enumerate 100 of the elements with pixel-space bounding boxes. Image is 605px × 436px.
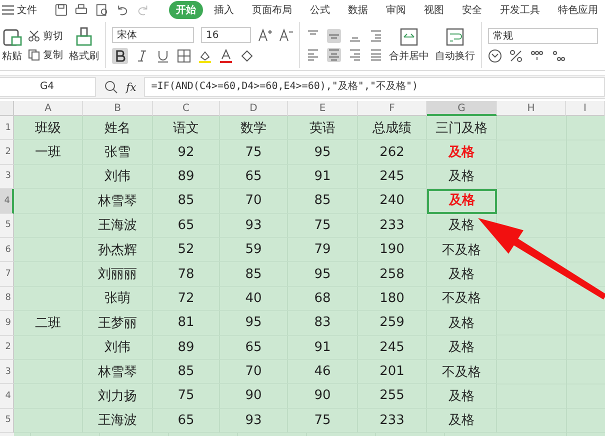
borders-icon[interactable]	[177, 48, 191, 62]
wrap-icon	[445, 27, 465, 47]
table-cell: 46	[288, 360, 358, 384]
row-header[interactable]: 3	[0, 164, 14, 190]
row-header[interactable]: 4	[0, 189, 14, 214]
save-icon[interactable]	[55, 3, 68, 17]
file-menu[interactable]: 文件	[2, 3, 37, 17]
column-header[interactable]: C	[153, 101, 220, 116]
print-icon[interactable]	[75, 3, 88, 17]
table-cell: 70	[220, 360, 288, 384]
row-header[interactable]: 7	[0, 262, 14, 287]
row-header[interactable]: 1	[0, 116, 14, 140]
eraser-icon[interactable]	[240, 48, 254, 62]
italic-icon[interactable]	[135, 48, 149, 62]
table-cell: 233	[358, 214, 427, 238]
preview-icon[interactable]	[96, 3, 108, 17]
merge-center-button[interactable]: 合并居中	[389, 27, 429, 63]
shrink-font-icon[interactable]	[279, 28, 293, 42]
column-header[interactable]: E	[288, 101, 358, 116]
name-box[interactable]: G4	[0, 77, 96, 97]
justify-icon[interactable]	[369, 48, 383, 62]
table-cell: 不及格	[427, 238, 497, 262]
formula-field[interactable]: =IF(AND(C4>=60,D4>=60,E4>=60),"及格","不及格")	[144, 77, 605, 97]
table-cell: 班级	[14, 116, 83, 140]
table-cell: 95	[220, 311, 288, 336]
menu-icon	[2, 5, 14, 15]
cut-button[interactable]: 剪切	[28, 28, 63, 42]
undo-icon[interactable]	[116, 3, 129, 17]
table-cell: 85	[153, 360, 220, 384]
ribbon-tab[interactable]: 开发工具	[493, 1, 548, 19]
font-color-icon[interactable]	[219, 48, 233, 62]
row-header[interactable]: 3	[0, 360, 14, 384]
align-center-icon[interactable]	[327, 48, 341, 62]
align-middle-icon[interactable]	[327, 28, 341, 42]
zoom-icon[interactable]	[104, 80, 118, 94]
table-cell: 81	[153, 311, 220, 336]
table-cell	[14, 360, 83, 384]
selected-cell: 及格	[427, 189, 497, 214]
ribbon-tab[interactable]: 视图	[417, 1, 452, 19]
grow-font-icon[interactable]	[258, 28, 272, 42]
bold-icon[interactable]	[112, 48, 128, 64]
ribbon-tab[interactable]: 公式	[303, 1, 338, 19]
align-left-icon[interactable]	[306, 48, 320, 62]
row-header[interactable]: 5	[0, 408, 14, 434]
table-cell: 245	[358, 336, 427, 360]
table-cell: 190	[358, 238, 427, 262]
paste-button[interactable]: 粘贴	[2, 27, 22, 63]
font-size-select[interactable]: 16	[201, 26, 251, 42]
ribbon-tab[interactable]: 审阅	[379, 1, 414, 19]
column-header[interactable]: F	[358, 101, 427, 116]
font-select[interactable]: 宋体	[112, 26, 194, 42]
table-cell: 及格	[427, 311, 497, 336]
row-header[interactable]: 4	[0, 384, 14, 409]
row-header[interactable]: 8	[0, 286, 14, 312]
copy-icon	[28, 48, 40, 60]
function-label[interactable]: fx	[126, 80, 136, 94]
table-cell: 及格	[427, 336, 497, 360]
table-cell: 83	[288, 311, 358, 336]
row-header[interactable]: 5	[0, 214, 14, 238]
table-cell	[14, 336, 83, 360]
ribbon-tab[interactable]: 页面布局	[245, 1, 300, 19]
row-header[interactable]: 6	[0, 238, 14, 262]
table-cell: 语文	[153, 116, 220, 140]
indent-icon[interactable]	[369, 28, 383, 42]
row-header[interactable]: 2	[0, 140, 14, 165]
column-header[interactable]: D	[220, 101, 288, 116]
ribbon-tab[interactable]: 插入	[207, 1, 242, 19]
brush-icon	[74, 27, 94, 47]
table-cell: 85	[153, 189, 220, 214]
ribbon-tab[interactable]: 数据	[341, 1, 376, 19]
column-header[interactable]: I	[566, 101, 605, 116]
copy-button[interactable]: 复制	[28, 48, 63, 62]
table-cell: 240	[358, 189, 427, 214]
row-header[interactable]: 2	[0, 336, 14, 360]
table-cell: 总成绩	[358, 116, 427, 140]
column-header[interactable]: H	[497, 101, 566, 116]
row-header[interactable]: 9	[0, 311, 14, 336]
column-header[interactable]: A	[14, 101, 83, 116]
align-right-icon[interactable]	[348, 48, 362, 62]
ribbon-tab[interactable]: 特色应用	[551, 1, 605, 19]
table-cell: 201	[358, 360, 427, 384]
table-cell: 二班	[14, 311, 83, 336]
percent-icon[interactable]	[509, 48, 523, 62]
wrap-text-button[interactable]: 自动换行	[435, 27, 475, 63]
table-cell: 65	[153, 214, 220, 238]
table-cell: 89	[153, 336, 220, 360]
column-header[interactable]: B	[83, 101, 153, 116]
ribbon-tab[interactable]: 安全	[455, 1, 490, 19]
column-header[interactable]: G	[427, 101, 497, 116]
number-format-select[interactable]: 常规	[488, 28, 598, 44]
ribbon-tab[interactable]: 开始	[169, 1, 204, 19]
table-cell	[14, 189, 83, 214]
table-cell: 不及格	[427, 360, 497, 384]
table-cell: 林雪琴	[83, 189, 153, 214]
table-cell: 59	[220, 238, 288, 262]
underline-icon[interactable]	[156, 48, 170, 62]
table-cell: 93	[220, 214, 288, 238]
format-painter-button[interactable]: 格式刷	[69, 27, 99, 63]
fill-color-icon[interactable]	[198, 48, 212, 62]
table-cell	[14, 214, 83, 238]
